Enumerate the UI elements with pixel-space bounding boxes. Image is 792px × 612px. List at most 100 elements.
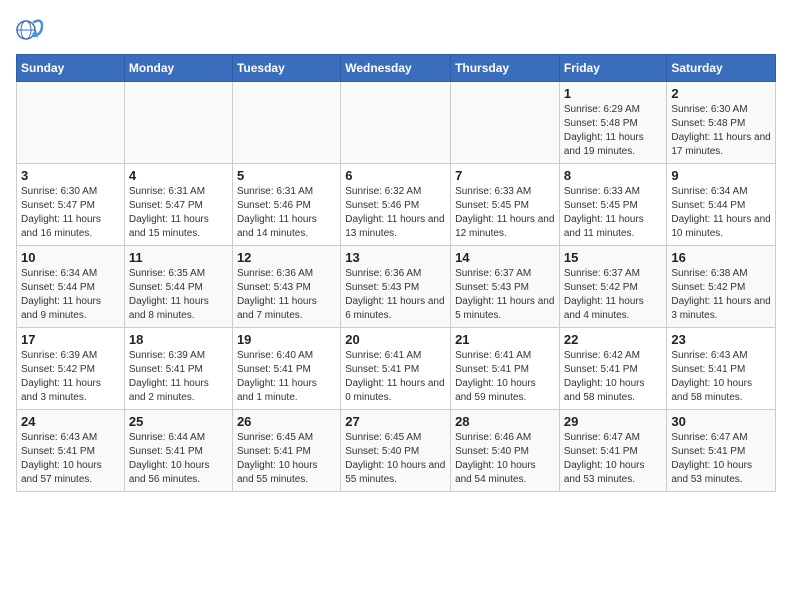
day-info: Sunrise: 6:44 AM Sunset: 5:41 PM Dayligh… [129,431,228,487]
day-number: 29 [564,414,663,429]
day-number: 7 [455,168,555,183]
day-info: Sunrise: 6:33 AM Sunset: 5:45 PM Dayligh… [564,185,663,241]
calendar-day-cell [451,82,560,164]
day-number: 24 [21,414,120,429]
logo-icon [16,16,44,44]
day-of-week-header: Wednesday [341,55,451,82]
day-info: Sunrise: 6:36 AM Sunset: 5:43 PM Dayligh… [345,267,446,323]
day-number: 9 [671,168,771,183]
day-of-week-header: Monday [124,55,232,82]
calendar-day-cell: 30 Sunrise: 6:47 AM Sunset: 5:41 PM Dayli… [667,410,776,492]
day-of-week-header: Friday [559,55,667,82]
day-number: 10 [21,250,120,265]
day-info: Sunrise: 6:47 AM Sunset: 5:41 PM Dayligh… [564,431,663,487]
day-info: Sunrise: 6:39 AM Sunset: 5:41 PM Dayligh… [129,349,228,405]
calendar-day-cell: 23 Sunrise: 6:43 AM Sunset: 5:41 PM Dayli… [667,328,776,410]
day-number: 13 [345,250,446,265]
day-number: 23 [671,332,771,347]
day-number: 8 [564,168,663,183]
day-info: Sunrise: 6:45 AM Sunset: 5:40 PM Dayligh… [345,431,446,487]
calendar-day-cell: 2Sunrise: 6:30 AM Sunset: 5:48 PM Daylig… [667,82,776,164]
day-info: Sunrise: 6:43 AM Sunset: 5:41 PM Dayligh… [21,431,120,487]
day-info: Sunrise: 6:42 AM Sunset: 5:41 PM Dayligh… [564,349,663,405]
day-number: 1 [564,86,663,101]
calendar-body: 1 Sunrise: 6:29 AM Sunset: 5:48 PM Daylig… [17,82,776,492]
calendar-week-row: 10 Sunrise: 6:34 AM Sunset: 5:44 PM Dayli… [17,246,776,328]
calendar-day-cell: 5Sunrise: 6:31 AM Sunset: 5:46 PM Daylig… [232,164,340,246]
day-number: 11 [129,250,228,265]
calendar-day-cell: 8 Sunrise: 6:33 AM Sunset: 5:45 PM Daylig… [559,164,667,246]
calendar-day-cell: 9 Sunrise: 6:34 AM Sunset: 5:44 PM Daylig… [667,164,776,246]
calendar-day-cell [124,82,232,164]
day-info: Sunrise: 6:46 AM Sunset: 5:40 PM Dayligh… [455,431,555,487]
day-of-week-header: Tuesday [232,55,340,82]
day-info: Sunrise: 6:33 AM Sunset: 5:45 PM Dayligh… [455,185,555,241]
day-info: Sunrise: 6:35 AM Sunset: 5:44 PM Dayligh… [129,267,228,323]
day-number: 16 [671,250,771,265]
day-number: 28 [455,414,555,429]
calendar-day-cell: 17 Sunrise: 6:39 AM Sunset: 5:42 PM Dayli… [17,328,125,410]
day-info: Sunrise: 6:43 AM Sunset: 5:41 PM Dayligh… [671,349,771,405]
day-of-week-header: Thursday [451,55,560,82]
day-number: 20 [345,332,446,347]
day-number: 22 [564,332,663,347]
day-info: Sunrise: 6:38 AM Sunset: 5:42 PM Dayligh… [671,267,771,323]
day-number: 14 [455,250,555,265]
day-info: Sunrise: 6:37 AM Sunset: 5:43 PM Dayligh… [455,267,555,323]
calendar-day-cell: 22 Sunrise: 6:42 AM Sunset: 5:41 PM Dayli… [559,328,667,410]
calendar-day-cell: 18 Sunrise: 6:39 AM Sunset: 5:41 PM Dayli… [124,328,232,410]
day-number: 21 [455,332,555,347]
day-of-week-header: Sunday [17,55,125,82]
day-info: Sunrise: 6:34 AM Sunset: 5:44 PM Dayligh… [671,185,771,241]
calendar-week-row: 1 Sunrise: 6:29 AM Sunset: 5:48 PM Daylig… [17,82,776,164]
calendar-day-cell [17,82,125,164]
calendar-day-cell: 27 Sunrise: 6:45 AM Sunset: 5:40 PM Dayli… [341,410,451,492]
day-info: Sunrise: 6:32 AM Sunset: 5:46 PM Dayligh… [345,185,446,241]
calendar-day-cell: 6 Sunrise: 6:32 AM Sunset: 5:46 PM Daylig… [341,164,451,246]
day-number: 12 [237,250,336,265]
day-info: Sunrise: 6:40 AM Sunset: 5:41 PM Dayligh… [237,349,336,405]
day-info: Sunrise: 6:36 AM Sunset: 5:43 PM Dayligh… [237,267,336,323]
day-info: Sunrise: 6:45 AM Sunset: 5:41 PM Dayligh… [237,431,336,487]
day-info: Sunrise: 6:30 AM Sunset: 5:48 PM Dayligh… [671,103,771,159]
day-info: Sunrise: 6:41 AM Sunset: 5:41 PM Dayligh… [455,349,555,405]
calendar-day-cell: 12 Sunrise: 6:36 AM Sunset: 5:43 PM Dayli… [232,246,340,328]
day-number: 3 [21,168,120,183]
calendar-day-cell: 20Sunrise: 6:41 AM Sunset: 5:41 PM Dayli… [341,328,451,410]
day-info: Sunrise: 6:31 AM Sunset: 5:47 PM Dayligh… [129,185,228,241]
day-number: 18 [129,332,228,347]
day-info: Sunrise: 6:39 AM Sunset: 5:42 PM Dayligh… [21,349,120,405]
calendar-day-cell: 24 Sunrise: 6:43 AM Sunset: 5:41 PM Dayli… [17,410,125,492]
calendar-day-cell: 25Sunrise: 6:44 AM Sunset: 5:41 PM Dayli… [124,410,232,492]
day-number: 4 [129,168,228,183]
day-info: Sunrise: 6:30 AM Sunset: 5:47 PM Dayligh… [21,185,120,241]
calendar-day-cell: 16 Sunrise: 6:38 AM Sunset: 5:42 PM Dayli… [667,246,776,328]
day-number: 27 [345,414,446,429]
calendar-day-cell: 10 Sunrise: 6:34 AM Sunset: 5:44 PM Dayli… [17,246,125,328]
calendar-day-cell: 4 Sunrise: 6:31 AM Sunset: 5:47 PM Daylig… [124,164,232,246]
day-info: Sunrise: 6:29 AM Sunset: 5:48 PM Dayligh… [564,103,663,159]
calendar-day-cell: 13 Sunrise: 6:36 AM Sunset: 5:43 PM Dayli… [341,246,451,328]
calendar-day-cell [341,82,451,164]
day-number: 15 [564,250,663,265]
calendar-week-row: 24 Sunrise: 6:43 AM Sunset: 5:41 PM Dayli… [17,410,776,492]
calendar-week-row: 17 Sunrise: 6:39 AM Sunset: 5:42 PM Dayli… [17,328,776,410]
calendar-table: SundayMondayTuesdayWednesdayThursdayFrid… [16,54,776,492]
calendar-day-cell: 1 Sunrise: 6:29 AM Sunset: 5:48 PM Daylig… [559,82,667,164]
calendar-day-cell: 29 Sunrise: 6:47 AM Sunset: 5:41 PM Dayli… [559,410,667,492]
day-number: 6 [345,168,446,183]
calendar-day-cell: 7 Sunrise: 6:33 AM Sunset: 5:45 PM Daylig… [451,164,560,246]
day-of-week-header: Saturday [667,55,776,82]
header [16,16,776,44]
calendar-header-row: SundayMondayTuesdayWednesdayThursdayFrid… [17,55,776,82]
day-info: Sunrise: 6:47 AM Sunset: 5:41 PM Dayligh… [671,431,771,487]
calendar-day-cell: 28 Sunrise: 6:46 AM Sunset: 5:40 PM Dayli… [451,410,560,492]
calendar-day-cell: 26Sunrise: 6:45 AM Sunset: 5:41 PM Dayli… [232,410,340,492]
day-number: 5 [237,168,336,183]
day-info: Sunrise: 6:34 AM Sunset: 5:44 PM Dayligh… [21,267,120,323]
day-number: 30 [671,414,771,429]
calendar-day-cell: 11 Sunrise: 6:35 AM Sunset: 5:44 PM Dayli… [124,246,232,328]
calendar-day-cell: 14 Sunrise: 6:37 AM Sunset: 5:43 PM Dayli… [451,246,560,328]
day-number: 17 [21,332,120,347]
logo [16,16,48,44]
